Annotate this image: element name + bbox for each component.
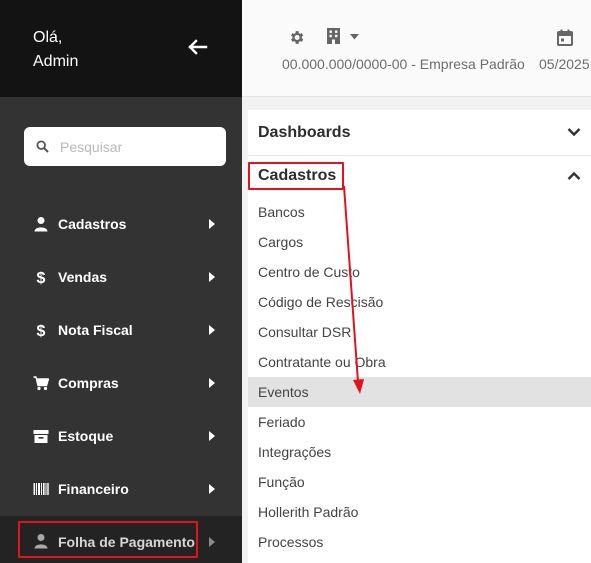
menu-item-consultar-dsr[interactable]: Consultar DSR [248,317,591,347]
company-selector-label[interactable]: 00.000.000/0000-00 - Empresa Padrão [282,56,525,72]
menu-item-feriado[interactable]: Feriado [248,407,591,437]
sidebar-item-cadastros[interactable]: Cadastros [0,204,242,244]
sidebar-item-label: Estoque [58,428,114,444]
menu-item-hollerith-padrao[interactable]: Hollerith Padrão [248,497,591,527]
menu-item-bancos[interactable]: Bancos [248,197,591,227]
menu-item-label: Bancos [258,204,305,220]
highlight-box-folha-de-pagamento [18,521,198,558]
section-dashboards[interactable]: Dashboards [248,110,591,154]
greeting-user-name: Admin [33,53,79,70]
highlight-box-cadastros [248,162,344,190]
barcode-icon [33,483,49,495]
menu-item-label: Eventos [258,384,309,400]
menu-item-processos[interactable]: Processos [248,527,591,557]
caret-right-icon [209,219,215,229]
sidebar-item-label: Vendas [58,269,108,285]
user-icon [34,217,48,232]
menu-item-label: Centro de Custo [258,264,360,280]
chevron-down-icon [567,128,581,137]
sidebar-item-nota-fiscal[interactable]: $ Nota Fiscal [0,310,242,350]
cart-icon [33,376,49,391]
sidebar-item-vendas[interactable]: $ Vendas [0,257,242,297]
menu-item-contratante-ou-obra[interactable]: Contratante ou Obra [248,347,591,377]
arrow-left-icon[interactable] [186,36,208,58]
search-input[interactable] [60,127,220,166]
menu-item-label: Hollerith Padrão [258,504,359,520]
sidebar-item-compras[interactable]: Compras [0,363,242,403]
svg-text:$: $ [37,270,46,285]
caret-down-icon[interactable] [350,34,359,40]
dollar-icon: $ [37,323,46,338]
svg-text:$: $ [37,323,46,338]
dollar-icon: $ [37,270,46,285]
search-box[interactable] [24,127,226,166]
menu-item-label: Código de Rescisão [258,294,384,310]
top-bar: 00.000.000/0000-00 - Empresa Padrão 05/2… [242,0,591,97]
menu-item-label: Integrações [258,444,332,460]
sidebar-item-financeiro[interactable]: Financeiro [0,469,242,509]
search-icon [36,140,49,153]
menu-item-funcao[interactable]: Função [248,467,591,497]
menu-item-centro-de-custo[interactable]: Centro de Custo [248,257,591,287]
caret-right-icon [209,378,215,388]
sidebar-item-label: Financeiro [58,481,129,497]
sidebar: Olá, Admin Cadastros $ Vendas $ Nota Fis… [0,0,242,563]
greeting: Olá, Admin [33,26,78,74]
menu-item-integracoes[interactable]: Integrações [248,437,591,467]
caret-right-icon [209,325,215,335]
menu-item-label: Processos [258,534,324,550]
menu-item-label: Contratante ou Obra [258,354,386,370]
sidebar-item-estoque[interactable]: Estoque [0,416,242,456]
menu-item-cargos[interactable]: Cargos [248,227,591,257]
menu-item-eventos[interactable]: Eventos [248,377,591,407]
gear-icon[interactable] [288,29,305,46]
archive-icon [33,430,49,443]
calendar-icon[interactable] [557,29,573,46]
greeting-line1: Olá, [33,29,63,46]
building-icon[interactable] [327,28,340,44]
sidebar-item-label: Compras [58,375,119,391]
section-label: Dashboards [258,124,351,141]
caret-right-icon [209,537,215,547]
period-label[interactable]: 05/2025 [539,56,590,72]
menu-item-label: Cargos [258,234,304,250]
caret-right-icon [209,431,215,441]
caret-right-icon [209,272,215,282]
menu-item-label: Feriado [258,414,306,430]
sidebar-header: Olá, Admin [0,0,242,97]
menu-item-label: Consultar DSR [258,324,352,340]
sidebar-item-label: Cadastros [58,216,127,232]
menu-item-label: Função [258,474,305,490]
sidebar-item-label: Nota Fiscal [58,322,133,338]
chevron-up-icon [567,171,581,180]
menu-item-codigo-de-rescisao[interactable]: Código de Rescisão [248,287,591,317]
caret-right-icon [209,484,215,494]
